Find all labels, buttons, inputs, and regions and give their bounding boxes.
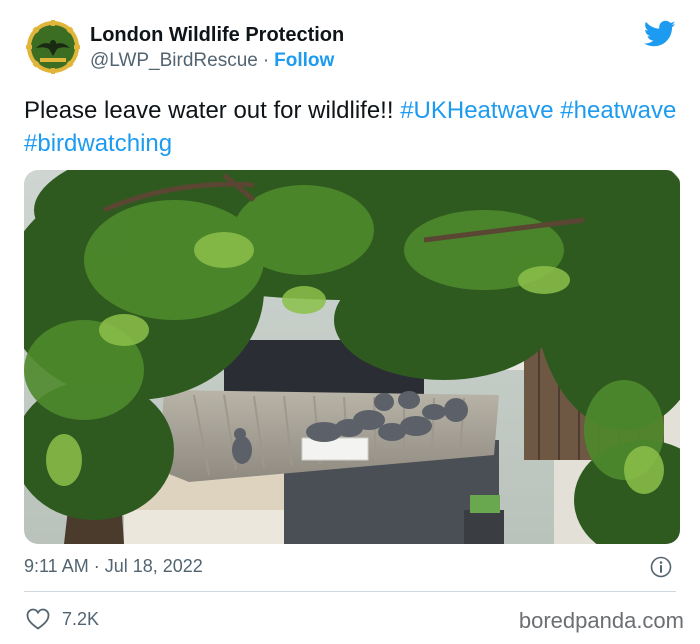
account-display-name[interactable]: London Wildlife Protection [90, 24, 344, 47]
handle-row: @LWP_BirdRescue · Follow [90, 50, 334, 72]
account-handle[interactable]: @LWP_BirdRescue [90, 50, 258, 71]
follow-button[interactable]: Follow [274, 50, 334, 71]
twitter-bird-icon[interactable] [644, 20, 676, 48]
hashtag-link[interactable]: #heatwave [560, 97, 676, 124]
heart-icon [26, 608, 50, 630]
like-button[interactable]: 7.2K [26, 607, 99, 631]
tweet-card: London Wildlife Protection @LWP_BirdResc… [0, 0, 700, 644]
divider [24, 591, 676, 592]
hashtag-link[interactable]: #UKHeatwave [400, 97, 553, 124]
hashtag-link[interactable]: #birdwatching [24, 130, 172, 157]
tweet-photo[interactable] [24, 170, 680, 544]
garden-pigeons-photo [24, 170, 680, 544]
like-count: 7.2K [62, 608, 100, 629]
separator-dot: · [262, 50, 270, 71]
tweet-text: Please leave water out for wildlife!! #U… [24, 94, 684, 160]
info-icon[interactable] [650, 556, 672, 578]
account-avatar[interactable] [24, 18, 82, 76]
tweet-timestamp[interactable]: 9:11 AM · Jul 18, 2022 [24, 556, 203, 577]
source-watermark: boredpanda.com [518, 608, 684, 633]
wildlife-emblem-icon [24, 18, 82, 76]
tweet-body: Please leave water out for wildlife!! [24, 97, 394, 124]
